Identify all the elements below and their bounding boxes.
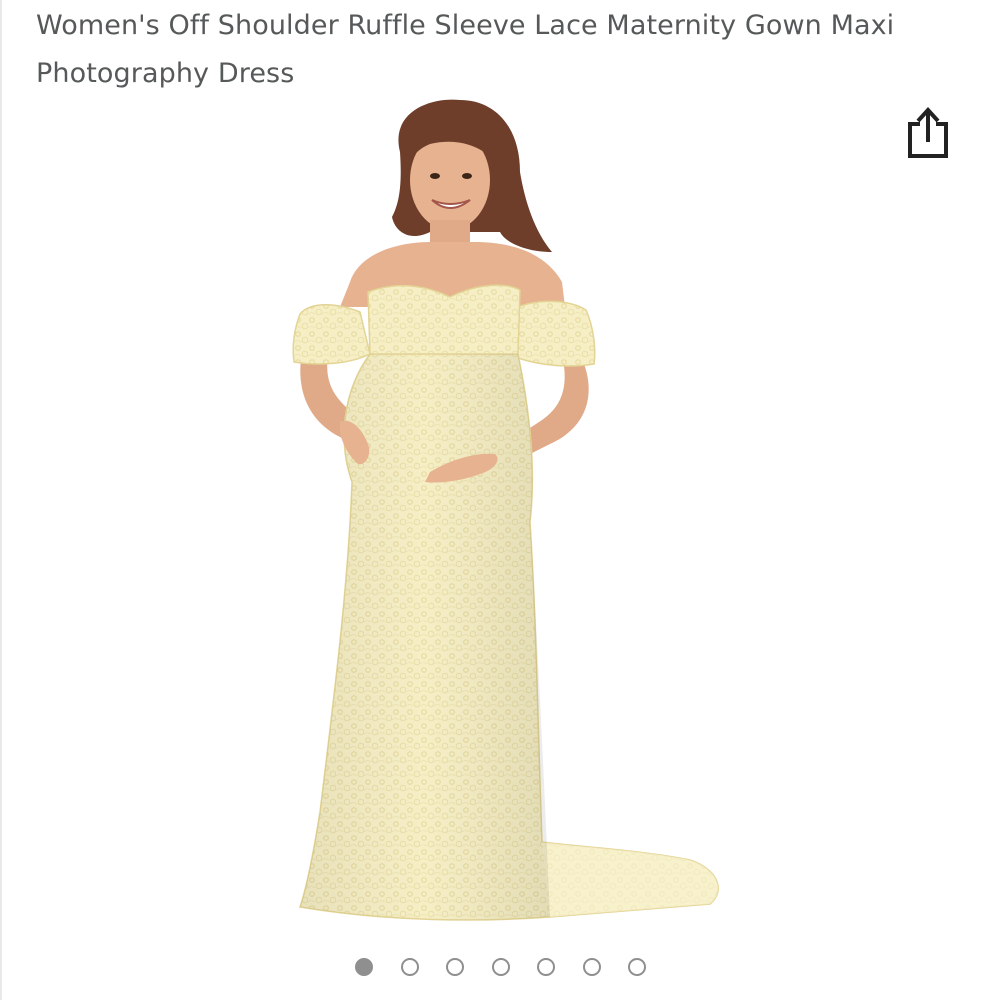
carousel-dot-7[interactable] xyxy=(628,958,646,976)
carousel-dot-3[interactable] xyxy=(446,958,464,976)
dress-model-illustration xyxy=(292,99,719,921)
carousel-dot-4[interactable] xyxy=(491,958,510,976)
carousel-dot-6[interactable] xyxy=(582,958,601,976)
share-button[interactable] xyxy=(900,104,956,164)
product-detail-page: Women's Off Shoulder Ruffle Sleeve Lace … xyxy=(0,0,1000,1000)
product-image[interactable] xyxy=(280,92,730,928)
carousel-dot-1[interactable] xyxy=(355,958,373,976)
screen-edge-divider xyxy=(0,0,2,1000)
carousel-dot-5[interactable] xyxy=(537,958,555,976)
share-icon xyxy=(908,107,948,158)
product-title: Women's Off Shoulder Ruffle Sleeve Lace … xyxy=(36,10,895,89)
image-carousel-dots xyxy=(0,956,1000,982)
carousel-dot-2[interactable] xyxy=(400,958,419,976)
